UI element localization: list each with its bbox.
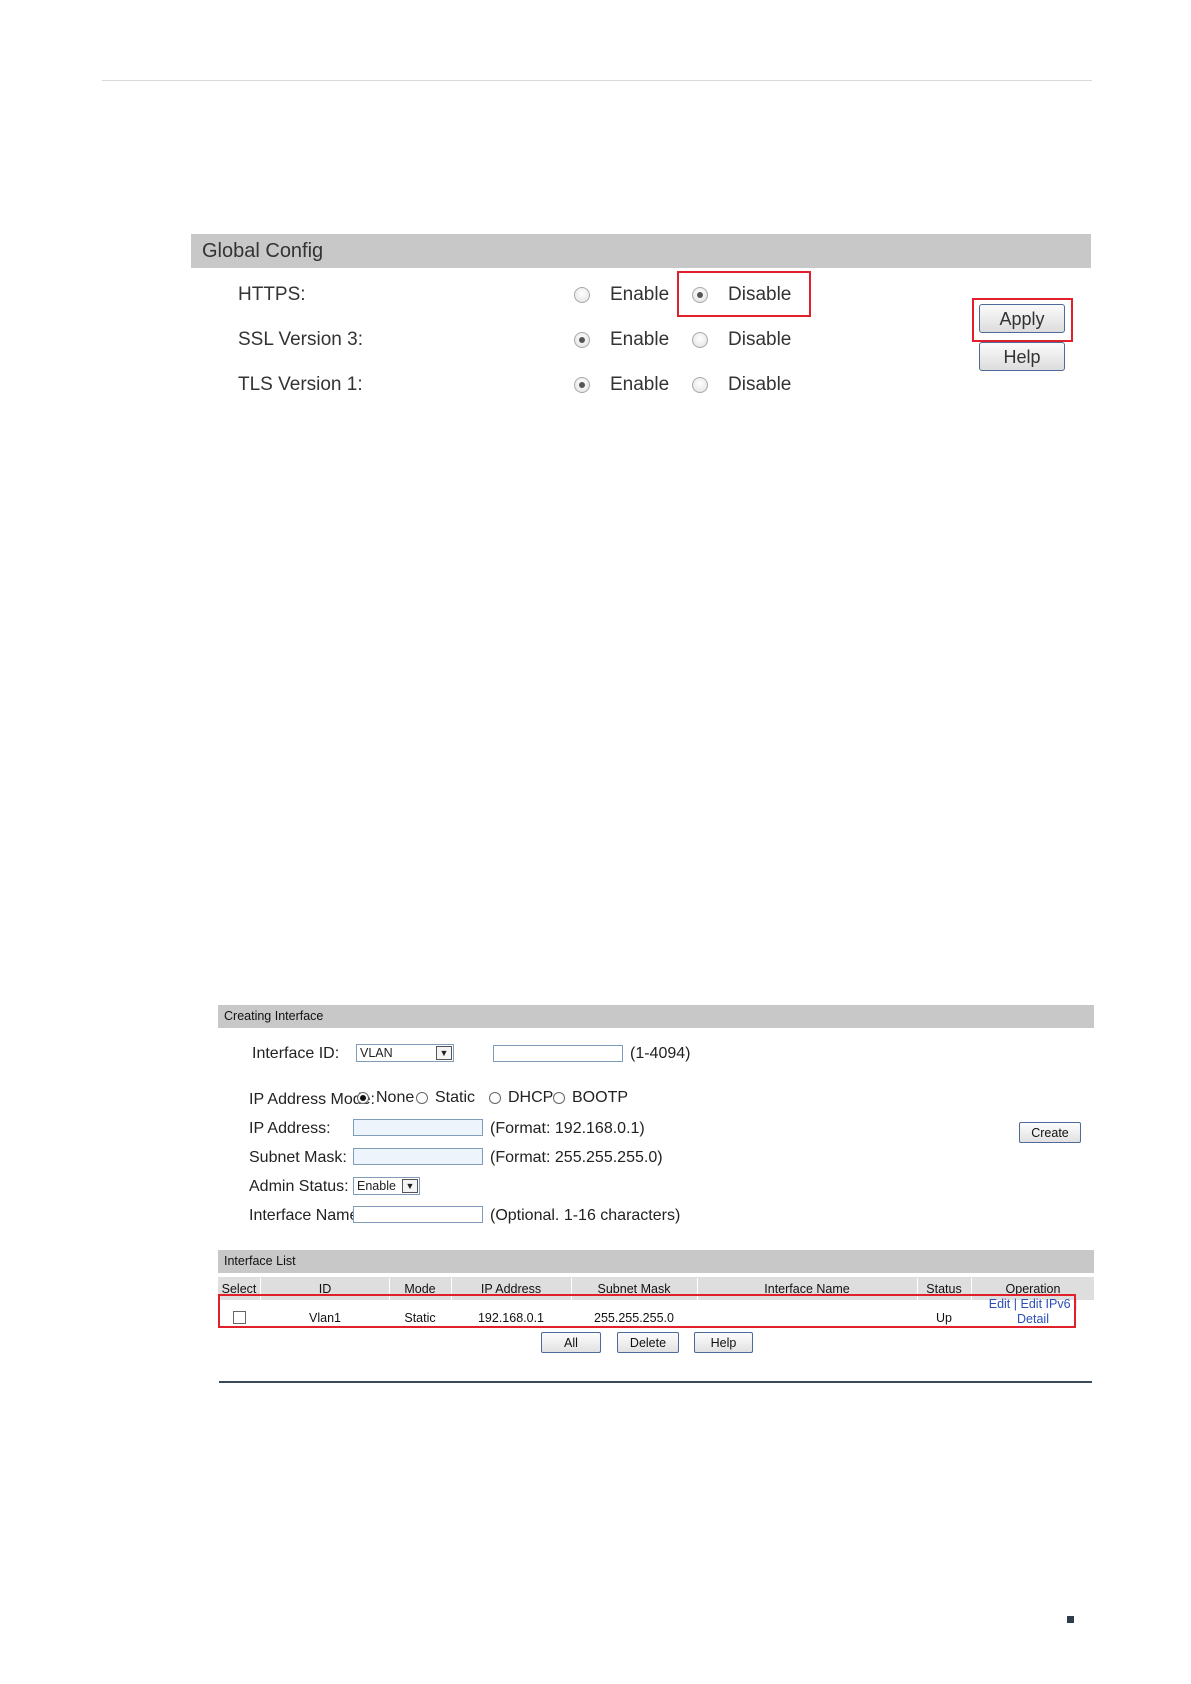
- ip-address-label: IP Address:: [249, 1120, 331, 1137]
- interface-list-title: Interface List: [218, 1250, 1094, 1273]
- ssl-v3-enable-option[interactable]: Enable: [574, 329, 669, 351]
- ssl-v3-enable-label: Enable: [610, 329, 670, 350]
- interface-type-value: VLAN: [360, 1046, 393, 1060]
- ssl-v3-disable-option[interactable]: Disable: [692, 329, 791, 351]
- global-config-panel: Global Config HTTPS: Enable Disable SSL …: [191, 234, 1091, 419]
- select-all-button[interactable]: All: [541, 1332, 601, 1353]
- https-disable-highlight: [677, 271, 811, 317]
- apply-highlight: [972, 298, 1073, 342]
- https-enable-option[interactable]: Enable: [574, 284, 669, 306]
- creating-interface-title: Creating Interface: [218, 1005, 1094, 1028]
- https-enable-label: Enable: [610, 284, 670, 305]
- ip-mode-static-radio[interactable]: [416, 1092, 428, 1104]
- ip-mode-bootp-option[interactable]: BOOTP: [553, 1089, 628, 1107]
- tls-v1-disable-label: Disable: [728, 374, 792, 395]
- interface-id-hint: (1-4094): [630, 1045, 691, 1062]
- ip-mode-dhcp-label: DHCP: [508, 1089, 554, 1106]
- admin-status-select[interactable]: Enable ▼: [353, 1177, 420, 1195]
- page-corner-mark: [1067, 1616, 1074, 1623]
- panel-bottom-rule: [219, 1381, 1092, 1383]
- subnet-mask-hint: (Format: 255.255.255.0): [490, 1149, 663, 1166]
- admin-status-value: Enable: [357, 1179, 396, 1193]
- tls-v1-enable-label: Enable: [610, 374, 670, 395]
- https-enable-radio[interactable]: [574, 287, 590, 303]
- ip-mode-dhcp-option[interactable]: DHCP: [489, 1089, 553, 1107]
- page-top-rule: [102, 80, 1092, 81]
- ip-mode-static-label: Static: [435, 1089, 476, 1106]
- ip-mode-none-label: None: [376, 1089, 415, 1106]
- ip-mode-bootp-label: BOOTP: [572, 1089, 629, 1106]
- interface-row-highlight: [218, 1294, 1076, 1328]
- ip-mode-none-radio[interactable]: [357, 1092, 369, 1104]
- chevron-down-icon: ▼: [402, 1179, 418, 1193]
- interface-name-label: Interface Name:: [249, 1207, 363, 1224]
- https-label: HTTPS:: [238, 284, 306, 305]
- interface-name-hint: (Optional. 1-16 characters): [490, 1207, 681, 1224]
- delete-button[interactable]: Delete: [617, 1332, 679, 1353]
- subnet-mask-label: Subnet Mask:: [249, 1149, 347, 1166]
- tls-v1-enable-option[interactable]: Enable: [574, 374, 669, 396]
- interface-type-select[interactable]: VLAN ▼: [356, 1044, 454, 1062]
- ssl-v3-enable-radio[interactable]: [574, 332, 590, 348]
- admin-status-label: Admin Status:: [249, 1178, 349, 1195]
- subnet-mask-input[interactable]: [353, 1148, 483, 1165]
- ip-mode-static-option[interactable]: Static: [416, 1089, 475, 1107]
- ip-address-hint: (Format: 192.168.0.1): [490, 1120, 645, 1137]
- interface-id-label: Interface ID:: [252, 1045, 340, 1062]
- chevron-down-icon: ▼: [436, 1046, 452, 1060]
- ssl-v3-disable-label: Disable: [728, 329, 792, 350]
- ssl-v3-disable-radio[interactable]: [692, 332, 708, 348]
- tls-v1-disable-radio[interactable]: [692, 377, 708, 393]
- ip-mode-dhcp-radio[interactable]: [489, 1092, 501, 1104]
- create-button[interactable]: Create: [1019, 1122, 1081, 1143]
- ssl-v3-label: SSL Version 3:: [238, 329, 363, 350]
- interface-id-input[interactable]: [493, 1045, 623, 1062]
- interface-help-button[interactable]: Help: [694, 1332, 753, 1353]
- help-button[interactable]: Help: [979, 342, 1065, 371]
- global-config-title: Global Config: [191, 234, 1091, 268]
- ip-address-input[interactable]: [353, 1119, 483, 1136]
- tls-v1-enable-radio[interactable]: [574, 377, 590, 393]
- interface-name-input[interactable]: [353, 1206, 483, 1223]
- tls-v1-label: TLS Version 1:: [238, 374, 363, 395]
- ip-mode-bootp-radio[interactable]: [553, 1092, 565, 1104]
- ip-mode-none-option[interactable]: None: [357, 1089, 414, 1107]
- tls-v1-disable-option[interactable]: Disable: [692, 374, 791, 396]
